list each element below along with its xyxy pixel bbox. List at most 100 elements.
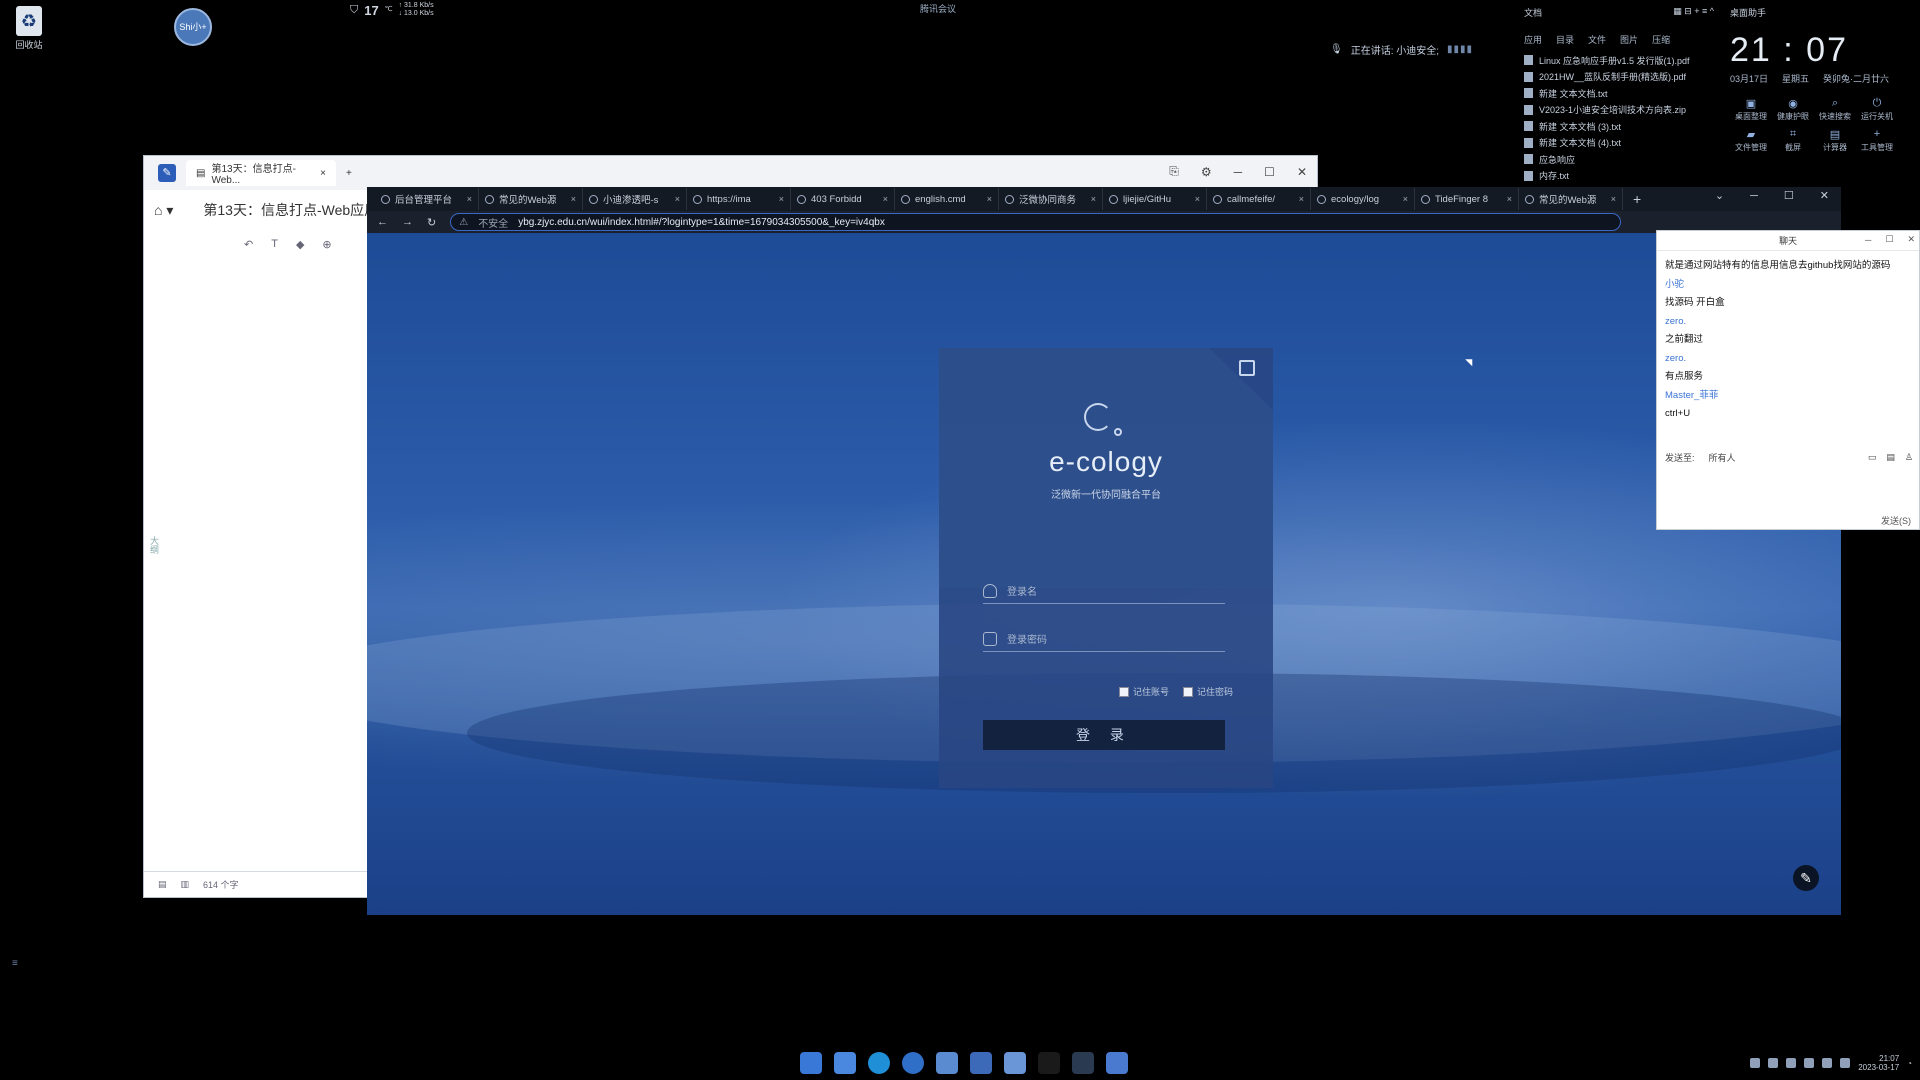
file-item[interactable]: Linux 应急响应手册v1.5 发行版(1).pdf [1524,52,1714,69]
close-icon[interactable]: × [1611,194,1616,204]
edge-icon[interactable] [868,1052,890,1074]
close-icon[interactable]: × [675,194,680,204]
file-item[interactable]: 应急响应 [1524,151,1714,168]
notes-icon[interactable] [1106,1052,1128,1074]
browser-tab[interactable]: ljiejie/GitHu × [1103,188,1207,210]
files-tab[interactable]: 图片 [1620,33,1638,46]
network-icon[interactable] [1822,1058,1833,1068]
more-icon[interactable]: ⊕ [322,238,331,251]
remember-password-checkbox[interactable]: 记住密码 [1182,685,1233,698]
quick-action[interactable]: ▤ 计算器 [1814,128,1856,153]
undo-icon[interactable]: ↶ [244,238,253,251]
files-tab[interactable]: 目录 [1556,33,1574,46]
avatar[interactable]: Shi小+ [174,8,212,46]
close-icon[interactable]: × [1195,194,1200,204]
reload-icon[interactable]: ↻ [427,216,436,229]
browser-tab[interactable]: english.cmd × [895,188,999,210]
maximize-button[interactable]: ☐ [1264,165,1275,179]
browser-tab[interactable]: 泛微协同商务 × [999,188,1103,210]
format-icon[interactable]: T [271,238,278,250]
quick-action[interactable]: ⏻ 运行关机 [1856,97,1898,122]
password-placeholder[interactable]: 登录密码 [1007,631,1047,646]
file-item[interactable]: 2021HW__蓝队反制手册(精选版).pdf [1524,69,1714,86]
close-icon[interactable]: × [467,194,472,204]
browser-icon[interactable] [902,1052,924,1074]
file-item[interactable]: V2023-1小迪安全培训技术方向表.zip [1524,102,1714,119]
volume-icon[interactable] [1840,1058,1851,1068]
quick-action[interactable]: ▰ 文件管理 [1730,128,1772,153]
not-secure-label[interactable]: 不安全 [478,215,508,230]
notification-icon[interactable]: ◔ [1907,1059,1912,1068]
browser-tab[interactable]: 后台管理平台 × [375,188,479,210]
pin-icon[interactable]: ⎘ [1169,164,1179,179]
warning-icon[interactable]: ⚠ [459,217,468,228]
settings-icon[interactable]: ⚙ [1201,165,1212,179]
maximize-button[interactable]: ☐ [1885,234,1893,245]
browser-tab[interactable]: 小迪渗透吧-s × [583,188,687,210]
file-explorer-icon[interactable] [834,1052,856,1074]
browser-tab[interactable]: https://ima × [687,188,791,210]
new-tab-button[interactable]: + [1623,191,1651,207]
close-icon[interactable]: × [571,194,576,204]
theme-brush-icon[interactable]: ✎ [1793,865,1819,891]
files-panel-controls[interactable]: ▦ ⊟ + ≡ ^ [1673,6,1714,19]
send-to-select[interactable]: 所有人 [1709,451,1736,464]
start-icon[interactable] [800,1052,822,1074]
tray-icon[interactable] [1804,1058,1815,1068]
back-icon[interactable]: ← [377,216,388,228]
login-button[interactable]: 登 录 [983,720,1225,750]
file-item[interactable]: 新建 文本文档 (4).txt [1524,135,1714,152]
app-icon[interactable] [970,1052,992,1074]
outline-toggle[interactable]: 大纲 [148,536,161,554]
files-tab[interactable]: 应用 [1524,33,1542,46]
send-button[interactable]: 发送(S) [1881,514,1911,527]
browser-tab[interactable]: 常见的Web源 × [1519,188,1623,210]
close-icon[interactable]: × [987,194,992,204]
user-icon[interactable]: ♙ [1905,452,1913,463]
close-icon[interactable]: × [320,168,326,179]
tray-icon[interactable] [1750,1058,1761,1068]
minimize-button[interactable]: ─ [1865,235,1871,245]
home-icon[interactable]: ⌂ ▾ [154,202,173,219]
minimize-button[interactable]: ─ [1234,165,1243,179]
recycle-bin-shortcut[interactable]: ♻ 回收站 [12,6,46,51]
meeting-indicator[interactable]: 腾讯会议 [920,2,956,15]
maximize-button[interactable]: ☐ [1784,189,1794,202]
username-placeholder[interactable]: 登录名 [1007,583,1037,598]
close-button[interactable]: ✕ [1820,189,1829,202]
app-icon[interactable] [1038,1052,1060,1074]
menu-icon[interactable]: ≡ [12,958,18,969]
browser-tab[interactable]: callmefeife/× [1207,188,1311,210]
browser-tab[interactable]: TideFinger 8 × [1415,188,1519,210]
app-icon[interactable] [936,1052,958,1074]
quick-action[interactable]: ⌗ 截屏 [1772,128,1814,153]
files-tab[interactable]: 文件 [1588,33,1606,46]
browser-tab[interactable]: 常见的Web源 × [479,188,583,210]
word-count[interactable]: 614 个字 [203,878,239,891]
tray-icon[interactable] [1768,1058,1779,1068]
close-button[interactable]: ✕ [1297,165,1307,179]
tray-clock[interactable]: 21:07 2023-03-17 [1858,1054,1899,1072]
close-icon[interactable]: × [1299,194,1304,204]
layout-icon[interactable]: ▥ [181,879,190,890]
password-field[interactable]: 登录密码 [983,626,1225,652]
minimize-button[interactable]: ─ [1750,190,1758,202]
forward-icon[interactable]: → [402,216,413,228]
quick-action[interactable]: + 工具管理 [1856,128,1898,153]
address-bar[interactable]: ⚠ 不安全 ybg.zjyc.edu.cn/wui/index.html#/?l… [450,213,1621,231]
brush-icon[interactable]: ◆ [296,238,304,251]
close-icon[interactable]: × [1403,194,1408,204]
file-icon[interactable]: ▭ [1868,452,1877,463]
browser-tab[interactable]: 403 Forbidd × [791,188,895,210]
new-tab-button[interactable]: + [346,168,352,179]
app-icon[interactable] [1004,1052,1026,1074]
browser-tab[interactable]: ecology/log × [1311,188,1415,210]
quick-action[interactable]: ◉ 健康护眼 [1772,97,1814,122]
tray-icon[interactable] [1786,1058,1797,1068]
close-icon[interactable]: × [1507,194,1512,204]
username-field[interactable]: 登录名 [983,578,1225,604]
tab-list-icon[interactable]: ⌄ [1715,189,1724,202]
file-item[interactable]: 内存.txt [1524,168,1714,185]
close-icon[interactable]: × [779,194,784,204]
file-item[interactable]: 新建 文本文档.txt [1524,85,1714,102]
